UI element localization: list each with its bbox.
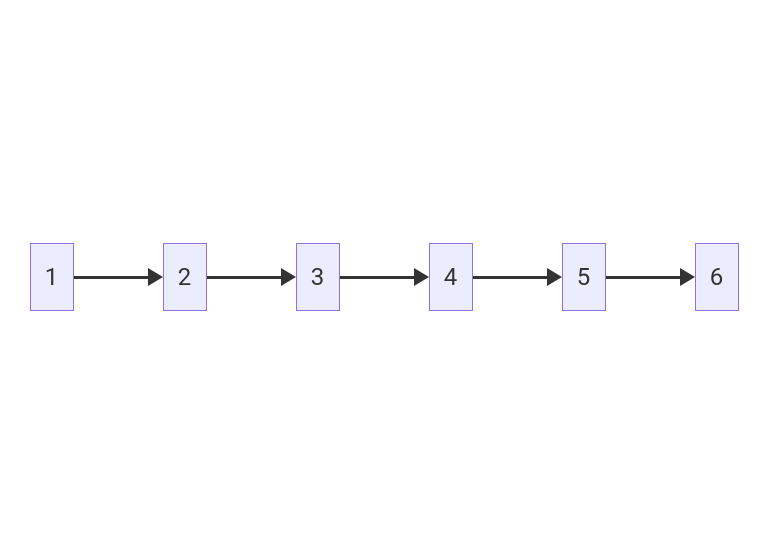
arrow-icon (606, 268, 695, 286)
arrow-icon (74, 268, 163, 286)
linear-flowchart: 1 2 3 4 5 6 (30, 243, 739, 311)
node-label: 3 (311, 263, 325, 291)
arrow-icon (473, 268, 562, 286)
node-2: 2 (163, 243, 207, 311)
node-3: 3 (296, 243, 340, 311)
node-4: 4 (429, 243, 473, 311)
node-label: 1 (45, 263, 59, 291)
node-5: 5 (562, 243, 606, 311)
arrow-icon (340, 268, 429, 286)
node-label: 4 (444, 263, 458, 291)
node-6: 6 (695, 243, 739, 311)
arrow-icon (207, 268, 296, 286)
node-label: 5 (577, 263, 591, 291)
node-1: 1 (30, 243, 74, 311)
node-label: 6 (710, 263, 724, 291)
node-label: 2 (178, 263, 192, 291)
